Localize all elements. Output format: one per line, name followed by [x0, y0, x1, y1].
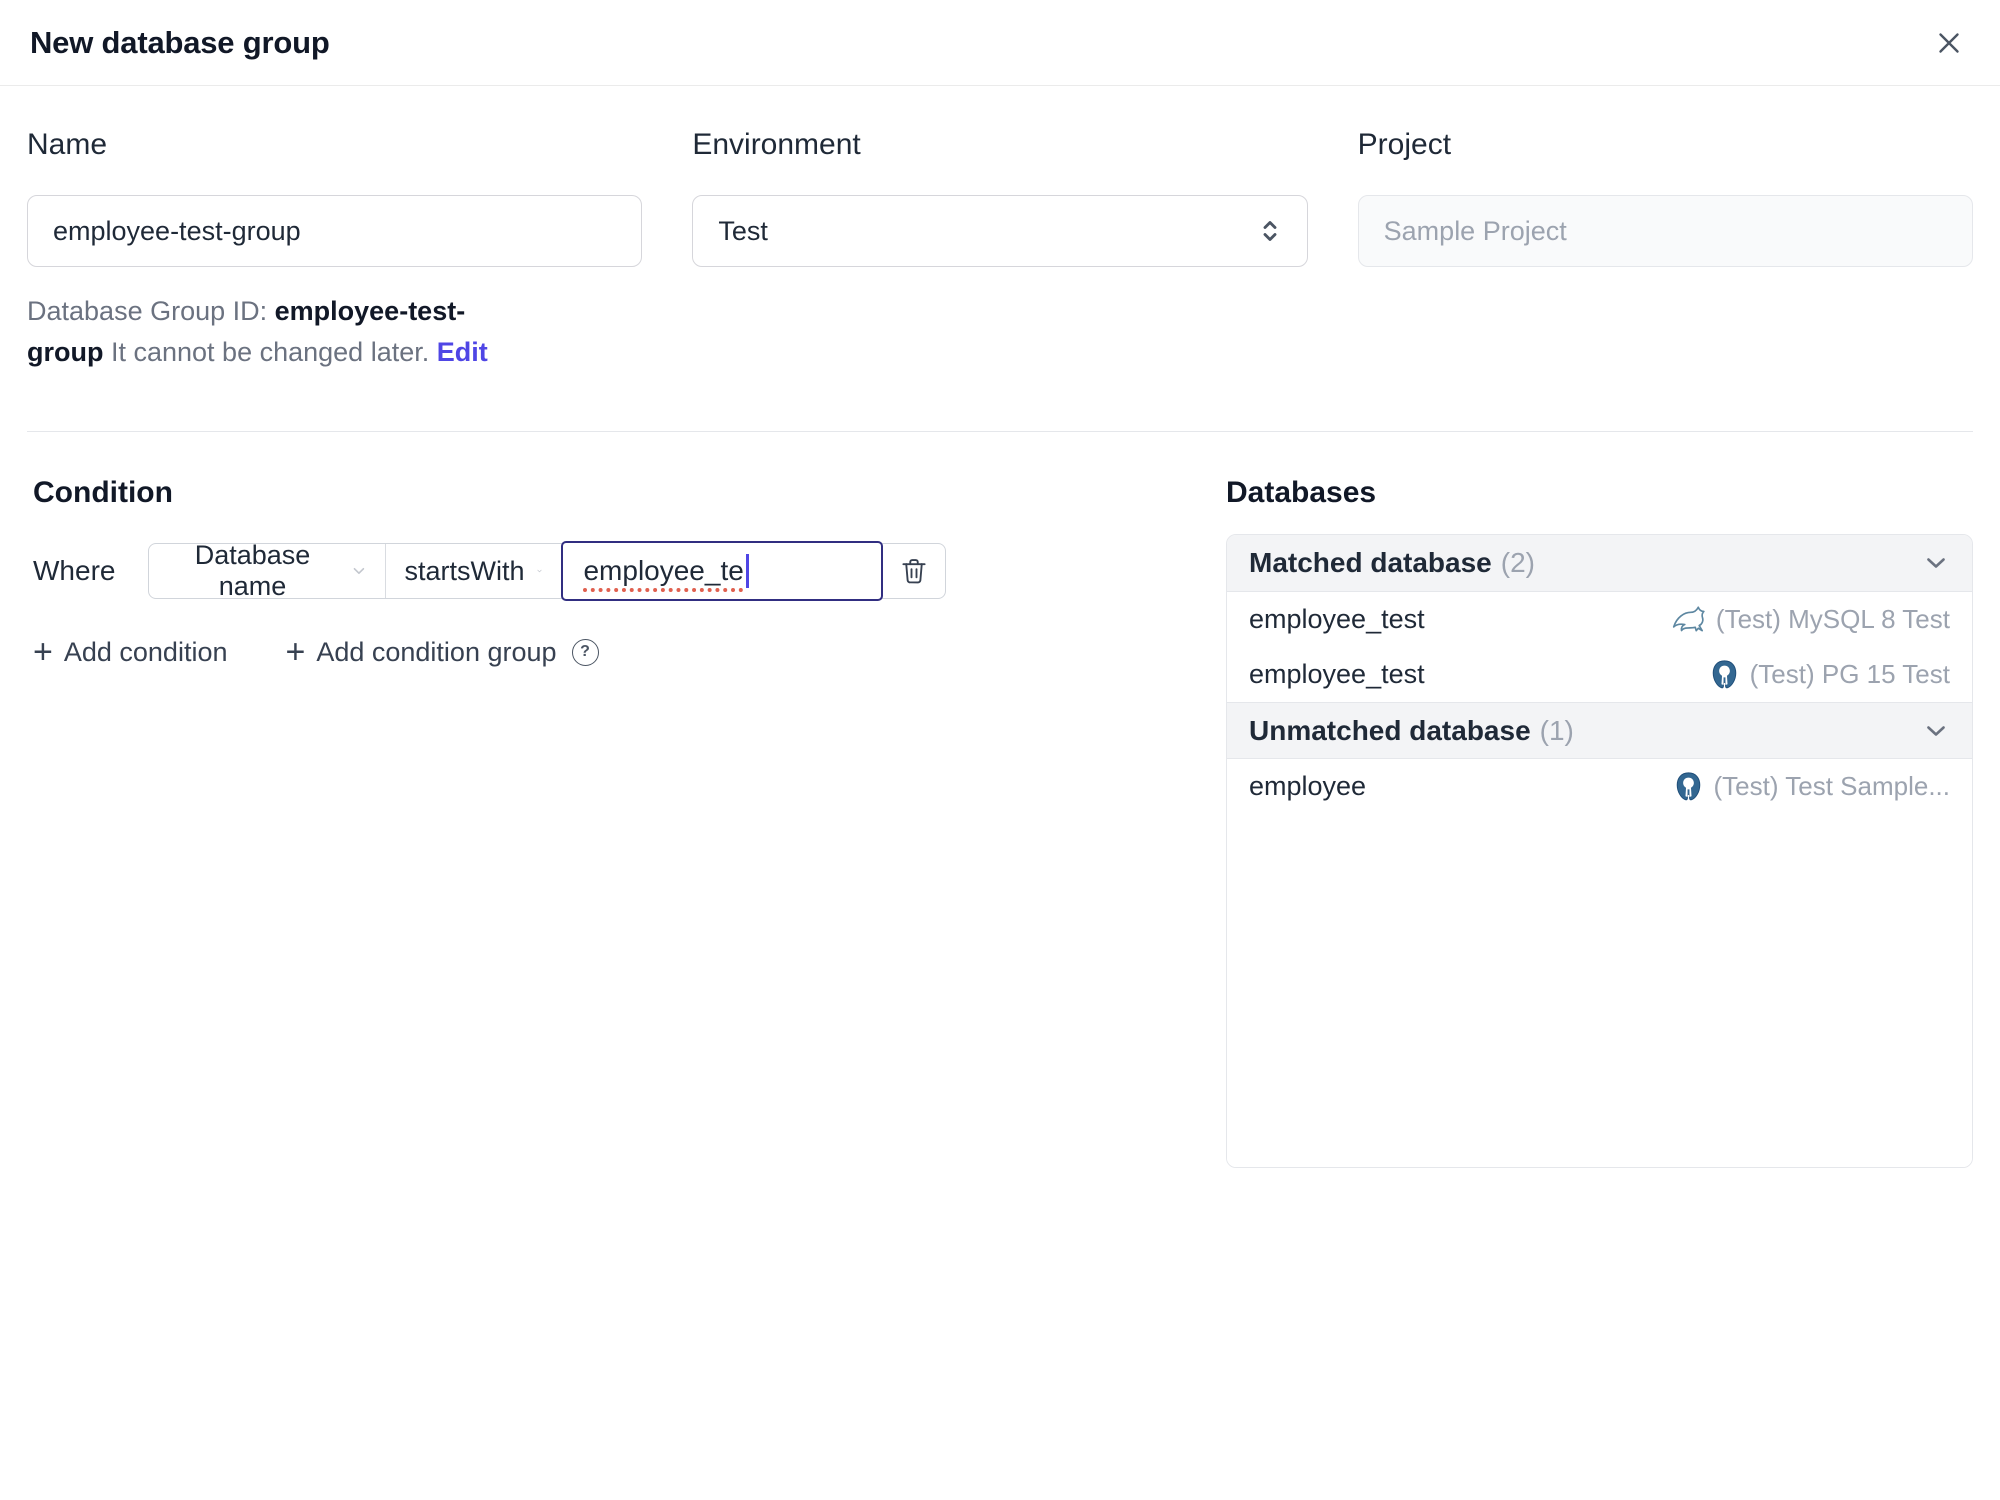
chevron-down-icon — [1927, 558, 1945, 568]
add-condition-group-button[interactable]: + Add condition group ? — [285, 633, 599, 671]
hint-suffix: It cannot be changed later. — [103, 337, 437, 367]
environment-select[interactable]: Test — [692, 195, 1308, 267]
database-instance: (Test) MySQL 8 Test — [1671, 602, 1950, 638]
environment-value: Test — [718, 215, 768, 246]
database-row: employee_test (Test) PG 15 Test — [1227, 647, 1972, 702]
form-row: Name Database Group ID: employee-test-gr… — [27, 128, 1973, 373]
mysql-icon — [1672, 605, 1705, 631]
add-condition-button[interactable]: + Add condition — [33, 635, 227, 669]
matched-database-title: Matched database — [1249, 547, 1492, 578]
dialog-header: New database group — [0, 0, 2000, 86]
dialog-body: Name Database Group ID: employee-test-gr… — [0, 86, 2000, 1168]
unmatched-database-title: Unmatched database — [1249, 714, 1531, 746]
name-label: Name — [27, 128, 108, 161]
project-select[interactable]: Sample Project — [1357, 195, 1973, 267]
plus-icon: + — [285, 633, 306, 671]
hint-prefix: Database Group ID: — [27, 296, 275, 326]
database-instance-label: (Test) PG 15 Test — [1749, 659, 1950, 689]
postgresql-icon — [1676, 772, 1700, 801]
condition-actions: + Add condition + Add condition group ? — [33, 635, 1177, 669]
lower-sections: Condition Where Database name startsWith — [27, 476, 1973, 1168]
database-row: employee_test (Test) MySQL 8 Test — [1227, 592, 1972, 647]
project-label: Project — [1357, 128, 1452, 161]
databases-heading: Databases — [1226, 476, 1377, 509]
panel-empty-space — [1227, 814, 1972, 1167]
edit-link[interactable]: Edit — [437, 337, 488, 367]
where-label: Where — [33, 555, 116, 586]
close-icon — [1939, 32, 1959, 53]
condition-field-value: Database name — [194, 540, 311, 601]
postgresql-icon — [1712, 660, 1736, 689]
chevron-down-icon — [1927, 725, 1945, 736]
environment-field-group: Environment Test — [692, 128, 1308, 373]
condition-operator-value: startsWith — [404, 555, 525, 586]
database-instance-label: (Test) Test Sample... — [1713, 771, 1951, 801]
condition-field-select[interactable]: Database name — [149, 540, 387, 601]
database-name: employee — [1249, 771, 1367, 801]
matched-database-header[interactable]: Matched database (2) — [1227, 535, 1972, 592]
dialog-title: New database group — [30, 24, 330, 60]
condition-value-input[interactable]: employee_te — [561, 541, 884, 601]
close-button[interactable] — [1928, 22, 1970, 64]
select-arrows-icon — [1263, 221, 1277, 241]
name-field-group: Name Database Group ID: employee-test-gr… — [27, 128, 643, 373]
environment-label: Environment — [692, 128, 861, 161]
new-database-group-dialog: New database group Name Database Group I… — [0, 0, 2000, 1500]
databases-section: Databases Matched database (2) employee_t… — [1226, 476, 1973, 1168]
trash-icon — [902, 559, 927, 584]
database-row: employee (Test) Test Sample... — [1227, 759, 1972, 814]
condition-row: Where Database name startsWith employee_… — [33, 540, 1177, 601]
database-name: employee_test — [1249, 659, 1425, 689]
delete-condition-button[interactable] — [883, 544, 945, 598]
text-caret — [745, 554, 749, 588]
plus-icon: + — [33, 633, 53, 671]
help-icon[interactable]: ? — [571, 638, 599, 666]
add-condition-group-label: Add condition group — [316, 636, 557, 667]
unmatched-database-count: (1) — [1539, 714, 1574, 746]
condition-section: Condition Where Database name startsWith — [27, 476, 1177, 669]
database-instance: (Test) Test Sample... — [1672, 770, 1951, 803]
matched-database-count: (2) — [1500, 547, 1535, 578]
project-value: Sample Project — [1383, 215, 1567, 246]
group-id-hint: Database Group ID: employee-test-group I… — [27, 291, 532, 373]
chevron-down-icon — [353, 567, 364, 575]
condition-operator-select[interactable]: startsWith — [386, 544, 561, 598]
condition-heading: Condition — [33, 476, 173, 509]
name-input[interactable] — [27, 195, 643, 267]
chevron-down-icon — [537, 569, 543, 573]
add-condition-label: Add condition — [63, 636, 228, 667]
databases-panel: Matched database (2) employee_test (Test… — [1226, 534, 1973, 1168]
unmatched-database-header[interactable]: Unmatched database (1) — [1227, 702, 1972, 759]
database-name: employee_test — [1249, 604, 1425, 634]
database-instance-label: (Test) MySQL 8 Test — [1715, 604, 1950, 634]
project-field-group: Project Sample Project — [1357, 128, 1973, 373]
database-instance: (Test) PG 15 Test — [1708, 658, 1950, 691]
condition-value-text: employee_te — [583, 555, 744, 586]
section-divider — [27, 431, 1973, 432]
condition-group: Database name startsWith employee_te — [148, 540, 947, 601]
